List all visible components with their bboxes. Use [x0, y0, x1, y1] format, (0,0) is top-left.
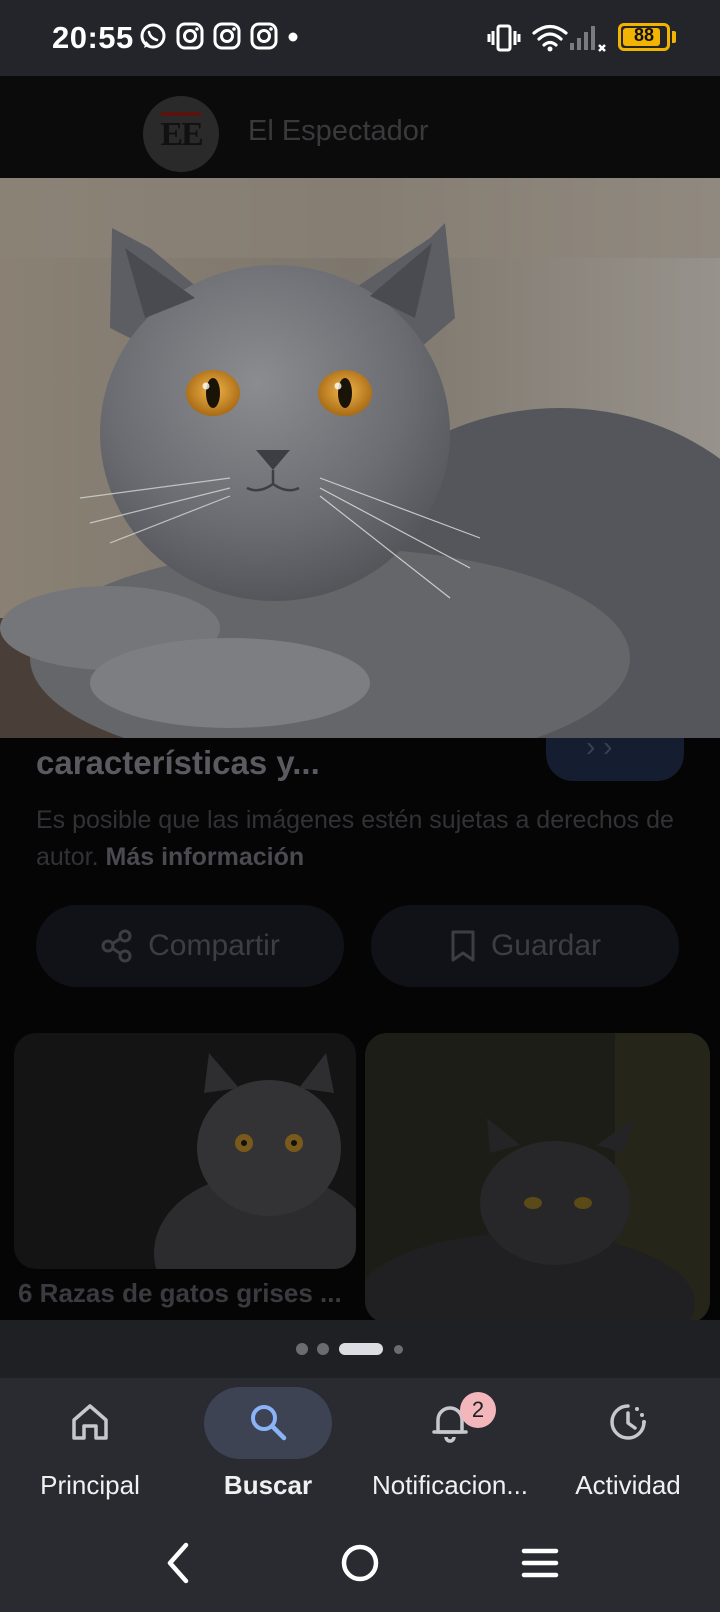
wifi-icon — [532, 24, 568, 52]
battery-indicator: 88 — [618, 23, 670, 51]
bookmark-icon — [451, 930, 475, 962]
related-image-card[interactable] — [14, 1033, 356, 1269]
save-button[interactable]: Guardar — [371, 905, 679, 987]
share-label: Compartir — [148, 929, 280, 962]
nav-label-buscar: Buscar — [223, 1470, 313, 1500]
related-cat-image — [365, 1033, 710, 1323]
source-name[interactable]: El Espectador — [248, 115, 429, 148]
instagram-icon — [213, 22, 241, 50]
share-button[interactable]: Compartir — [36, 905, 344, 987]
related-cat-image — [14, 1033, 356, 1269]
page-dot — [317, 1343, 329, 1355]
whatsapp-icon — [140, 23, 166, 49]
recents-icon[interactable] — [512, 1535, 568, 1591]
signal-icon — [570, 26, 606, 52]
page-dot — [296, 1343, 308, 1355]
search-icon — [251, 1405, 287, 1441]
status-time: 20:55 — [52, 20, 134, 55]
hero-image[interactable] — [0, 178, 720, 738]
cat-photo — [0, 178, 720, 738]
instagram-icon — [176, 22, 204, 50]
battery-level: 88 — [633, 25, 655, 45]
share-icon — [101, 929, 132, 963]
history-icon — [610, 1404, 646, 1440]
status-bar: 20:55 88 — [0, 0, 720, 76]
battery-tip — [672, 31, 676, 43]
home-circle-icon[interactable] — [332, 1535, 388, 1591]
nav-item-buscar[interactable]: Buscar — [178, 1378, 358, 1514]
more-info-link[interactable]: Más información — [106, 843, 305, 871]
nav-label-principal: Principal — [40, 1470, 140, 1500]
source-logo-text: EE — [160, 116, 203, 153]
related-image-card[interactable] — [365, 1033, 710, 1323]
vibrate-icon — [487, 24, 521, 52]
nav-item-notificaciones[interactable]: 2 Notificacion... — [360, 1378, 540, 1514]
instagram-icon — [250, 22, 278, 50]
nav-item-actividad[interactable]: Actividad — [538, 1378, 718, 1514]
notification-badge: 2 — [460, 1392, 496, 1428]
source-logo[interactable]: EE — [143, 96, 219, 172]
home-icon — [72, 1404, 108, 1440]
page-dot — [394, 1345, 403, 1354]
dot-icon — [288, 32, 298, 42]
result-title[interactable]: características y... — [36, 744, 320, 782]
related-caption[interactable]: 6 Razas de gatos grises ... — [18, 1278, 342, 1309]
nav-label-notificaciones: Notificacion... — [371, 1470, 529, 1500]
nav-item-principal[interactable]: Principal — [0, 1378, 180, 1514]
copyright-notice: Es posible que las imágenes estén sujeta… — [36, 802, 696, 876]
page-dot-active — [339, 1343, 383, 1355]
save-label: Guardar — [490, 929, 602, 962]
back-icon[interactable] — [152, 1535, 208, 1591]
nav-label-actividad: Actividad — [575, 1470, 681, 1500]
